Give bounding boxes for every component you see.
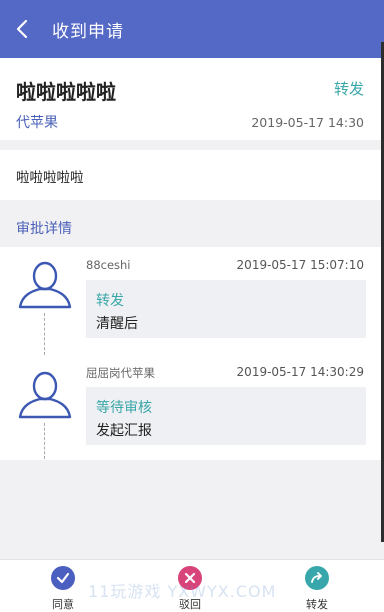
timeline-connector	[44, 423, 45, 459]
request-time: 2019-05-17 14:30	[251, 115, 364, 130]
approver-name: 屈屈岗代苹果	[86, 366, 155, 380]
approver-name: 88ceshi	[86, 258, 131, 272]
chevron-left-icon	[16, 19, 28, 39]
request-title: 啦啦啦啦啦	[16, 80, 116, 104]
approve-label: 同意	[52, 598, 74, 611]
approval-note: 发起汇报	[96, 423, 152, 439]
forward-label: 转发	[306, 598, 328, 611]
approve-button[interactable]: 同意	[33, 566, 93, 612]
approval-action: 转发	[96, 293, 124, 309]
header-bar: 收到申请	[0, 0, 384, 58]
forward-button[interactable]: 转发	[287, 566, 347, 612]
request-content-text: 啦啦啦啦啦	[16, 170, 84, 186]
back-button[interactable]	[0, 0, 44, 58]
request-summary: 啦啦啦啦啦 转发 代苹果 2019-05-17 14:30	[0, 58, 384, 140]
user-icon	[18, 371, 72, 419]
applicant-name: 代苹果	[16, 115, 58, 131]
watermark: 11玩游戏 YXWYX.COM	[88, 582, 277, 601]
request-content: 啦啦啦啦啦	[0, 150, 384, 200]
forward-icon	[305, 566, 329, 590]
approval-section-title: 审批详情	[16, 221, 72, 237]
approval-bubble: 等待审核 发起汇报	[86, 387, 366, 445]
forward-link[interactable]: 转发	[334, 78, 364, 99]
timeline-connector	[44, 313, 45, 355]
approval-bubble: 转发 清醒后	[86, 280, 366, 338]
approval-note: 清醒后	[96, 316, 138, 332]
approval-timeline: 88ceshi 2019-05-17 15:07:10 转发 清醒后 屈屈岗代苹…	[0, 247, 384, 460]
approval-action: 等待审核	[96, 400, 152, 416]
approval-time: 2019-05-17 14:30:29	[236, 365, 364, 379]
check-icon	[51, 566, 75, 590]
page-title: 收到申请	[52, 21, 124, 42]
user-icon	[18, 261, 72, 309]
approval-time: 2019-05-17 15:07:10	[236, 258, 364, 272]
